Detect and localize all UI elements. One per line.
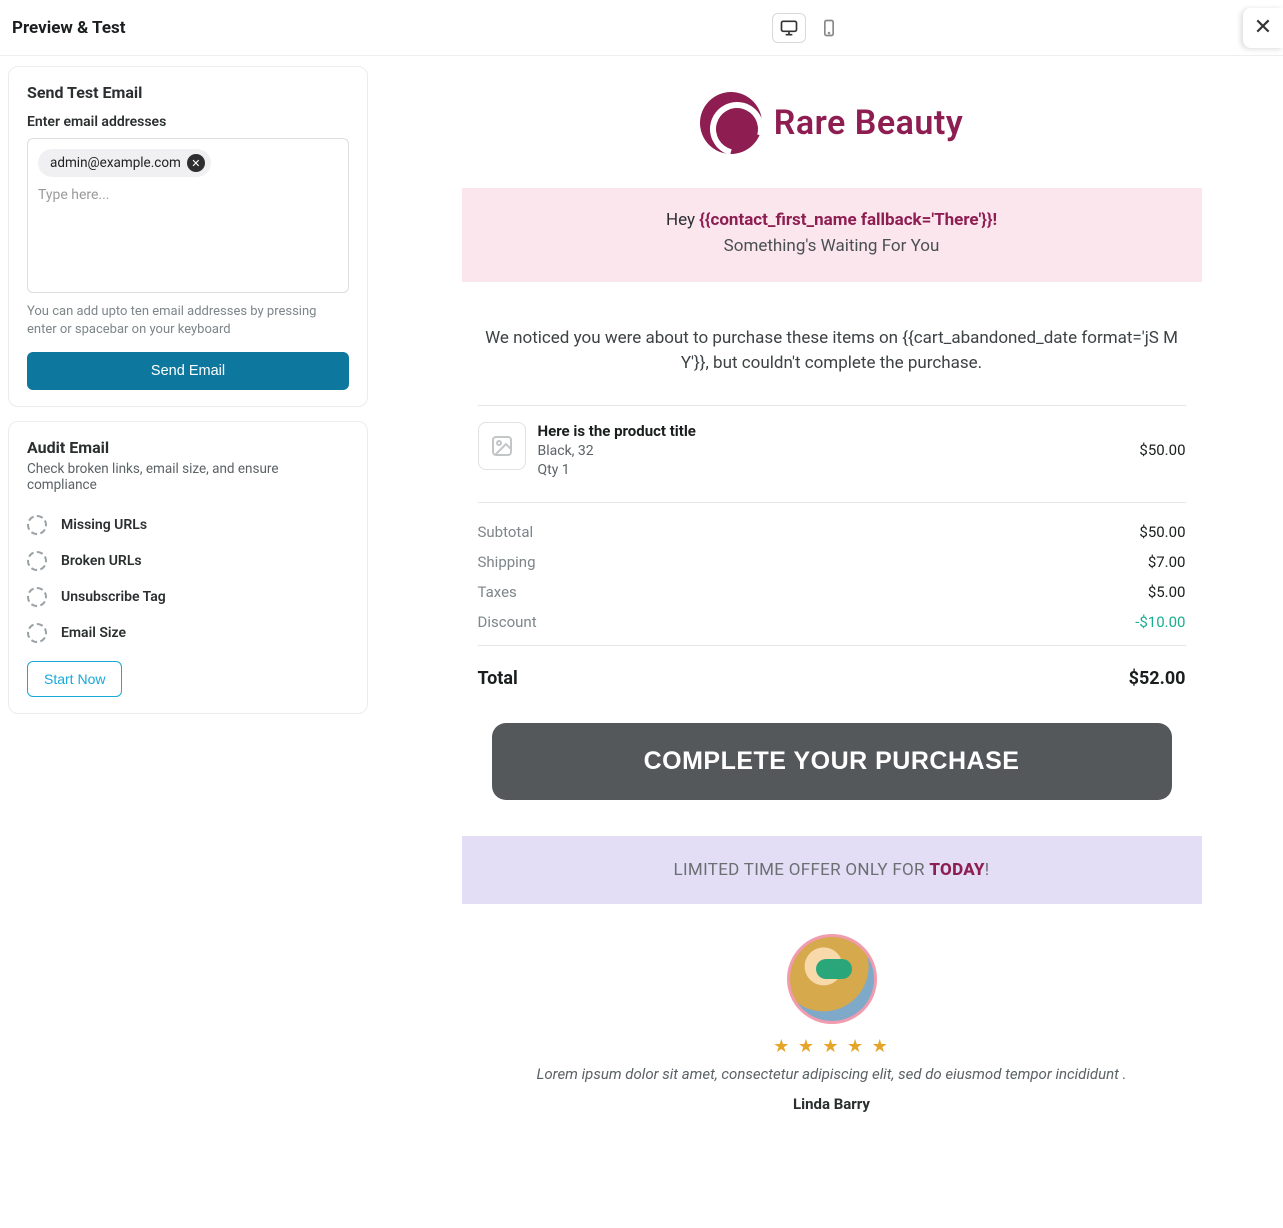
audit-card: Audit Email Check broken links, email si… [8, 421, 368, 714]
offer-banner: LIMITED TIME OFFER ONLY FOR TODAY! [462, 836, 1202, 904]
product-title: Here is the product title [538, 422, 1128, 440]
topbar: Preview & Test ✕ [0, 0, 1283, 56]
cart-item: Here is the product title Black, 32 Qty … [478, 406, 1186, 502]
send-test-heading: Send Test Email [27, 83, 349, 102]
discount-value: -$10.00 [1135, 613, 1185, 631]
email-input-placeholder: Type here... [38, 187, 338, 203]
taxes-label: Taxes [478, 583, 517, 601]
testimonial-avatar [787, 934, 877, 1024]
product-variant: Black, 32 [538, 443, 1128, 459]
offer-suffix: ! [985, 860, 990, 880]
notice-text: We noticed you were about to purchase th… [462, 282, 1202, 405]
status-circle-icon [27, 515, 47, 535]
close-button[interactable]: ✕ [1243, 8, 1283, 48]
audit-item-missing-urls: Missing URLs [27, 507, 349, 543]
audit-item-broken-urls: Broken URLs [27, 543, 349, 579]
offer-today: TODAY [929, 860, 984, 880]
device-toggle [772, 13, 846, 43]
audit-item-email-size: Email Size [27, 615, 349, 651]
audit-heading: Audit Email [27, 438, 349, 457]
email-addresses-label: Enter email addresses [27, 114, 349, 130]
hero-contact-name: {{contact_first_name fallback='There'}}! [699, 210, 997, 230]
product-price: $50.00 [1139, 441, 1185, 459]
status-circle-icon [27, 623, 47, 643]
complete-purchase-button[interactable]: COMPLETE YOUR PURCHASE [492, 723, 1172, 800]
discount-label: Discount [478, 613, 537, 631]
email-chip-text: admin@example.com [50, 155, 181, 171]
product-qty: Qty 1 [538, 462, 1128, 478]
page-title: Preview & Test [12, 18, 126, 38]
testimonial-name: Linda Barry [482, 1095, 1182, 1113]
remove-chip-button[interactable]: ✕ [187, 154, 205, 172]
brand-logo-row: Rare Beauty [462, 66, 1202, 188]
offer-prefix: LIMITED TIME OFFER ONLY FOR [674, 860, 930, 880]
email-helper-text: You can add upto ten email addresses by … [27, 303, 349, 338]
audit-item-unsubscribe-tag: Unsubscribe Tag [27, 579, 349, 615]
send-email-button[interactable]: Send Email [27, 352, 349, 390]
audit-item-label: Broken URLs [61, 553, 142, 569]
audit-subtitle: Check broken links, email size, and ensu… [27, 461, 349, 493]
email-input-box[interactable]: admin@example.com ✕ Type here... [27, 138, 349, 293]
status-circle-icon [27, 551, 47, 571]
email-preview-pane: Rare Beauty Hey {{contact_first_name fal… [380, 66, 1283, 1133]
desktop-preview-button[interactable] [772, 13, 806, 43]
product-thumbnail [478, 422, 526, 470]
hero-prefix: Hey [666, 210, 699, 230]
shipping-value: $7.00 [1148, 553, 1186, 571]
close-icon: ✕ [191, 157, 200, 170]
subtotal-value: $50.00 [1139, 523, 1185, 541]
audit-item-label: Missing URLs [61, 517, 147, 533]
hero-subtitle: Something's Waiting For You [472, 236, 1192, 256]
testimonial-text: Lorem ipsum dolor sit amet, consectetur … [482, 1065, 1182, 1083]
subtotal-label: Subtotal [478, 523, 534, 541]
start-now-button[interactable]: Start Now [27, 661, 122, 697]
monitor-icon [779, 18, 799, 38]
grand-total-row: Total $52.00 [478, 646, 1186, 701]
taxes-value: $5.00 [1148, 583, 1186, 601]
star-rating-icon: ★ ★ ★ ★ ★ [482, 1036, 1182, 1057]
testimonial-block: ★ ★ ★ ★ ★ Lorem ipsum dolor sit amet, co… [462, 904, 1202, 1133]
total-label: Total [478, 668, 518, 689]
shipping-label: Shipping [478, 553, 536, 571]
image-placeholder-icon [490, 434, 514, 458]
brand-logo-icon [700, 92, 762, 154]
brand-name: Rare Beauty [774, 103, 963, 143]
mobile-icon [819, 18, 839, 38]
mobile-preview-button[interactable] [812, 13, 846, 43]
email-chip: admin@example.com ✕ [38, 149, 211, 177]
audit-item-label: Unsubscribe Tag [61, 589, 166, 605]
status-circle-icon [27, 587, 47, 607]
hero-banner: Hey {{contact_first_name fallback='There… [462, 188, 1202, 282]
total-value: $52.00 [1129, 668, 1186, 689]
close-icon: ✕ [1254, 15, 1272, 40]
order-totals: Subtotal$50.00 Shipping$7.00 Taxes$5.00 … [478, 503, 1186, 645]
send-test-card: Send Test Email Enter email addresses ad… [8, 66, 368, 407]
audit-item-label: Email Size [61, 625, 126, 641]
